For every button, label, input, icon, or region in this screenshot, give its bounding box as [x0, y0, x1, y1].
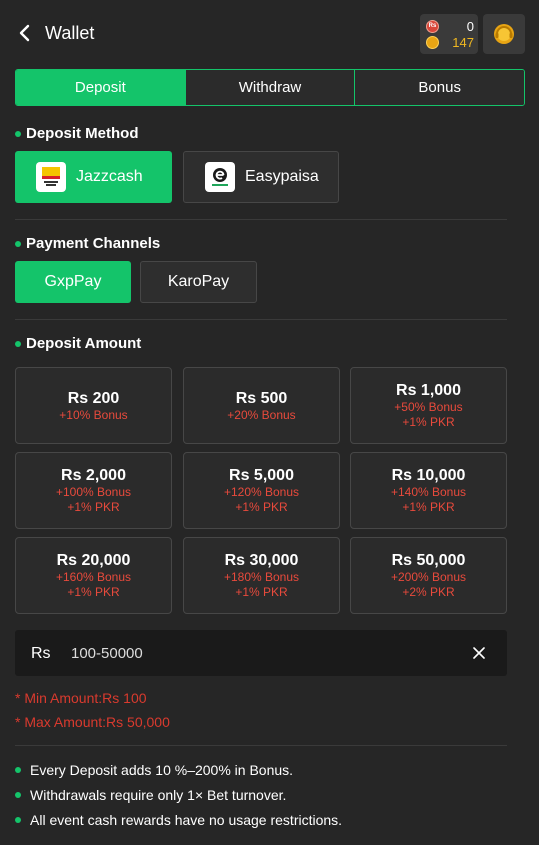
amount-value: Rs 1,000: [396, 382, 461, 399]
coin-balance-row: 147: [426, 34, 474, 50]
amount-value: Rs 50,000: [391, 552, 466, 569]
coin-balance: 147: [452, 34, 474, 50]
tab-deposit[interactable]: Deposit: [16, 70, 186, 105]
amount-option[interactable]: Rs 5,000 +120% Bonus +1% PKR: [183, 452, 340, 529]
amount-option[interactable]: Rs 50,000 +200% Bonus +2% PKR: [350, 537, 507, 614]
amount-option[interactable]: Rs 200 +10% Bonus: [15, 367, 172, 444]
divider: [15, 219, 507, 220]
headset-icon: [494, 24, 514, 44]
amount-option[interactable]: Rs 2,000 +100% Bonus +1% PKR: [15, 452, 172, 529]
close-icon[interactable]: [469, 643, 489, 663]
divider: [15, 319, 507, 320]
bullet-dot: [15, 792, 21, 798]
amount-option[interactable]: Rs 30,000 +180% Bonus +1% PKR: [183, 537, 340, 614]
amount-value: Rs 20,000: [56, 552, 131, 569]
amount-input[interactable]: [71, 641, 451, 665]
channel-karopay[interactable]: KaroPay: [140, 261, 257, 303]
method-label: Jazzcash: [76, 168, 143, 185]
header: Wallet Rs 0 147: [0, 0, 539, 68]
amount-bonus: +120% Bonus: [223, 485, 300, 499]
note-item: Withdrawals require only 1× Bet turnover…: [15, 787, 286, 803]
note-text: Every Deposit adds 10 %–200% in Bonus.: [30, 762, 294, 778]
support-button[interactable]: [483, 14, 525, 54]
payment-channels-title: Payment Channels: [26, 235, 161, 252]
page-title: Wallet: [45, 23, 95, 43]
back-arrow-icon[interactable]: [14, 22, 36, 44]
note-text: All event cash rewards have no usage res…: [30, 812, 343, 828]
tab-withdraw[interactable]: Withdraw: [185, 70, 356, 105]
amount-value: Rs 2,000: [61, 467, 126, 484]
amount-value: Rs 10,000: [391, 467, 466, 484]
deposit-amount-title: Deposit Amount: [26, 335, 142, 352]
amount-bonus: +20% Bonus: [227, 407, 296, 422]
amount-input-box: Rs: [15, 630, 507, 676]
amount-value: Rs 500: [235, 389, 288, 407]
balance-box[interactable]: Rs 0 147: [420, 14, 478, 54]
cash-balance-row: Rs 0: [426, 18, 474, 34]
tab-bar: Deposit Withdraw Bonus: [15, 69, 525, 106]
method-easypaisa[interactable]: Easypaisa: [183, 151, 339, 203]
amount-option[interactable]: Rs 500 +20% Bonus: [183, 367, 340, 444]
channel-gxppay[interactable]: GxpPay: [15, 261, 131, 303]
deposit-method-title: Deposit Method: [26, 125, 139, 142]
amount-pkr: +2% PKR: [402, 585, 455, 599]
amount-bonus: +140% Bonus: [390, 485, 467, 499]
method-label: Easypaisa: [245, 168, 319, 185]
currency-prefix: Rs: [31, 645, 51, 662]
note-item: Every Deposit adds 10 %–200% in Bonus.: [15, 762, 293, 778]
amount-pkr: +1% PKR: [67, 500, 120, 514]
amount-bonus: +100% Bonus: [55, 485, 132, 499]
bullet-dot: [15, 130, 21, 137]
jazzcash-logo-icon: [36, 162, 66, 192]
bullet-dot: [15, 817, 21, 823]
bullet-dot: [15, 340, 21, 347]
amount-option[interactable]: Rs 20,000 +160% Bonus +1% PKR: [15, 537, 172, 614]
bullet-dot: [15, 767, 21, 773]
bullet-dot: [15, 240, 21, 247]
amount-value: Rs 200: [67, 389, 120, 407]
method-jazzcash[interactable]: Jazzcash: [15, 151, 172, 203]
rupee-icon: Rs: [426, 19, 439, 33]
divider: [15, 745, 507, 746]
amount-bonus: +160% Bonus: [55, 570, 132, 584]
deposit-amount-heading: Deposit Amount: [15, 335, 141, 352]
amount-pkr: +1% PKR: [402, 500, 455, 514]
amount-bonus: +200% Bonus: [390, 570, 467, 584]
min-amount-text: * Min Amount:Rs 100: [15, 690, 147, 706]
amount-bonus: +10% Bonus: [59, 407, 128, 422]
payment-channels-heading: Payment Channels: [15, 235, 160, 252]
amount-bonus: +180% Bonus: [223, 570, 300, 584]
amount-value: Rs 5,000: [229, 467, 294, 484]
max-amount-text: * Max Amount:Rs 50,000: [15, 714, 170, 730]
amount-option[interactable]: Rs 1,000 +50% Bonus +1% PKR: [350, 367, 507, 444]
note-item: All event cash rewards have no usage res…: [15, 812, 342, 828]
amount-pkr: +1% PKR: [235, 585, 288, 599]
deposit-method-heading: Deposit Method: [15, 125, 139, 142]
amount-option[interactable]: Rs 10,000 +140% Bonus +1% PKR: [350, 452, 507, 529]
cash-balance: 0: [466, 18, 474, 34]
amount-bonus: +50% Bonus: [394, 400, 463, 414]
note-text: Withdrawals require only 1× Bet turnover…: [30, 787, 287, 803]
tab-bonus[interactable]: Bonus: [355, 70, 524, 105]
amount-value: Rs 30,000: [224, 552, 299, 569]
amount-pkr: +1% PKR: [235, 500, 288, 514]
easypaisa-logo-icon: [205, 162, 235, 192]
amount-pkr: +1% PKR: [67, 585, 120, 599]
coin-icon: [426, 35, 439, 49]
amount-pkr: +1% PKR: [402, 415, 455, 429]
